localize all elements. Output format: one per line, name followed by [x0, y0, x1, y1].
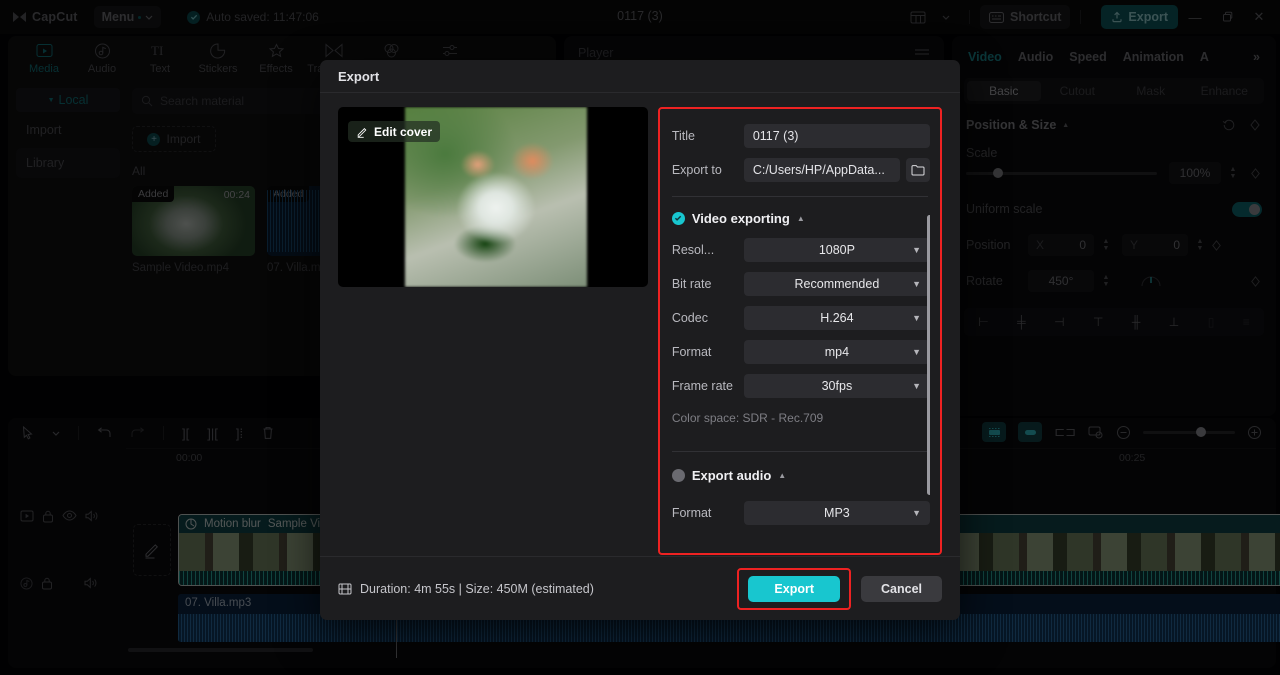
chevron-down-icon: ▼: [912, 279, 921, 289]
divider: [671, 196, 928, 197]
framerate-select[interactable]: 30fps ▼: [743, 374, 930, 398]
edit-cover-button[interactable]: Edit cover: [348, 121, 441, 142]
framerate-value: 30fps: [821, 379, 853, 393]
export-info-label: Duration: 4m 55s | Size: 450M (estimated…: [360, 581, 594, 596]
footer-actions: Export Cancel: [737, 567, 942, 610]
resolution-select[interactable]: 1080P ▼: [743, 238, 930, 262]
codec-value: H.264: [820, 311, 854, 325]
cover-preview: Edit cover: [338, 107, 648, 287]
chevron-down-icon: ▼: [912, 508, 921, 518]
cancel-button[interactable]: Cancel: [861, 575, 942, 602]
title-row: Title 0117 (3): [672, 119, 930, 153]
export-dialog: Export Edit cover Title 0117 (3) Export …: [320, 60, 960, 620]
chevron-down-icon: ▼: [912, 381, 921, 391]
export-button-highlight: Export: [737, 567, 851, 610]
export-to-row: Export to C:/Users/HP/AppData...: [672, 153, 930, 187]
export-settings-highlight: Title 0117 (3) Export to C:/Users/HP/App…: [657, 107, 942, 555]
codec-select[interactable]: H.264 ▼: [743, 306, 930, 330]
video-exporting-header: Video exporting ▲: [671, 203, 930, 233]
resolution-value: 1080P: [818, 243, 855, 257]
chevron-down-icon: ▼: [912, 347, 921, 357]
codec-label: Codec: [671, 311, 708, 325]
export-audio-header: Export audio ▲: [671, 460, 930, 490]
video-exporting-label: Video exporting: [691, 210, 790, 226]
color-space-note: Color space: SDR - Rec.709: [671, 411, 824, 425]
title-input[interactable]: 0117 (3): [743, 124, 930, 148]
folder-icon[interactable]: [906, 158, 930, 182]
capcut-window: CapCut Menu Auto saved: 11:47:06 0117 (3…: [0, 0, 1280, 675]
edit-cover-label: Edit cover: [374, 124, 433, 139]
export-button[interactable]: Export: [748, 575, 840, 602]
bitrate-label: Bit rate: [671, 277, 712, 291]
collapse-audio-caret-icon[interactable]: ▲: [778, 471, 786, 480]
bitrate-select[interactable]: Recommended ▼: [743, 272, 930, 296]
codec-row: Codec H.264 ▼: [672, 301, 930, 335]
title-label: Title: [671, 129, 695, 143]
resolution-row: Resol... 1080P ▼: [672, 233, 930, 267]
collapse-video-caret-icon[interactable]: ▲: [797, 214, 805, 223]
format-value: mp4: [824, 345, 850, 359]
settings-scrollbar[interactable]: [927, 215, 930, 495]
format-row: Format mp4 ▼: [672, 335, 930, 369]
format-label: Format: [671, 345, 712, 359]
bitrate-value: Recommended: [794, 277, 880, 291]
framerate-row: Frame rate 30fps ▼: [672, 369, 930, 403]
export-dialog-title: Export: [320, 60, 960, 93]
pencil-icon: [356, 126, 368, 138]
chevron-down-icon: ▼: [912, 245, 921, 255]
chevron-down-icon: ▼: [912, 313, 921, 323]
resolution-label: Resol...: [671, 243, 715, 257]
audio-format-label: Format: [671, 506, 712, 520]
export-to-label: Export to: [671, 163, 722, 177]
framerate-label: Frame rate: [671, 379, 733, 393]
film-icon: [338, 582, 352, 596]
video-export-checkbox[interactable]: [671, 211, 685, 225]
audio-format-row: Format MP3 ▼: [672, 496, 930, 530]
export-info: Duration: 4m 55s | Size: 450M (estimated…: [338, 582, 594, 596]
divider-2: [671, 451, 928, 452]
bitrate-row: Bit rate Recommended ▼: [672, 267, 930, 301]
audio-format-select[interactable]: MP3 ▼: [743, 501, 930, 525]
export-to-input[interactable]: C:/Users/HP/AppData...: [743, 158, 900, 182]
export-dialog-body: Edit cover Title 0117 (3) Export to C:/U…: [320, 93, 960, 555]
audio-export-checkbox[interactable]: [671, 468, 685, 482]
export-dialog-footer: Duration: 4m 55s | Size: 450M (estimated…: [320, 556, 960, 620]
export-audio-label: Export audio: [691, 467, 772, 483]
audio-format-value: MP3: [824, 506, 850, 520]
format-select[interactable]: mp4 ▼: [743, 340, 930, 364]
export-settings-form: Title 0117 (3) Export to C:/Users/HP/App…: [671, 119, 930, 549]
